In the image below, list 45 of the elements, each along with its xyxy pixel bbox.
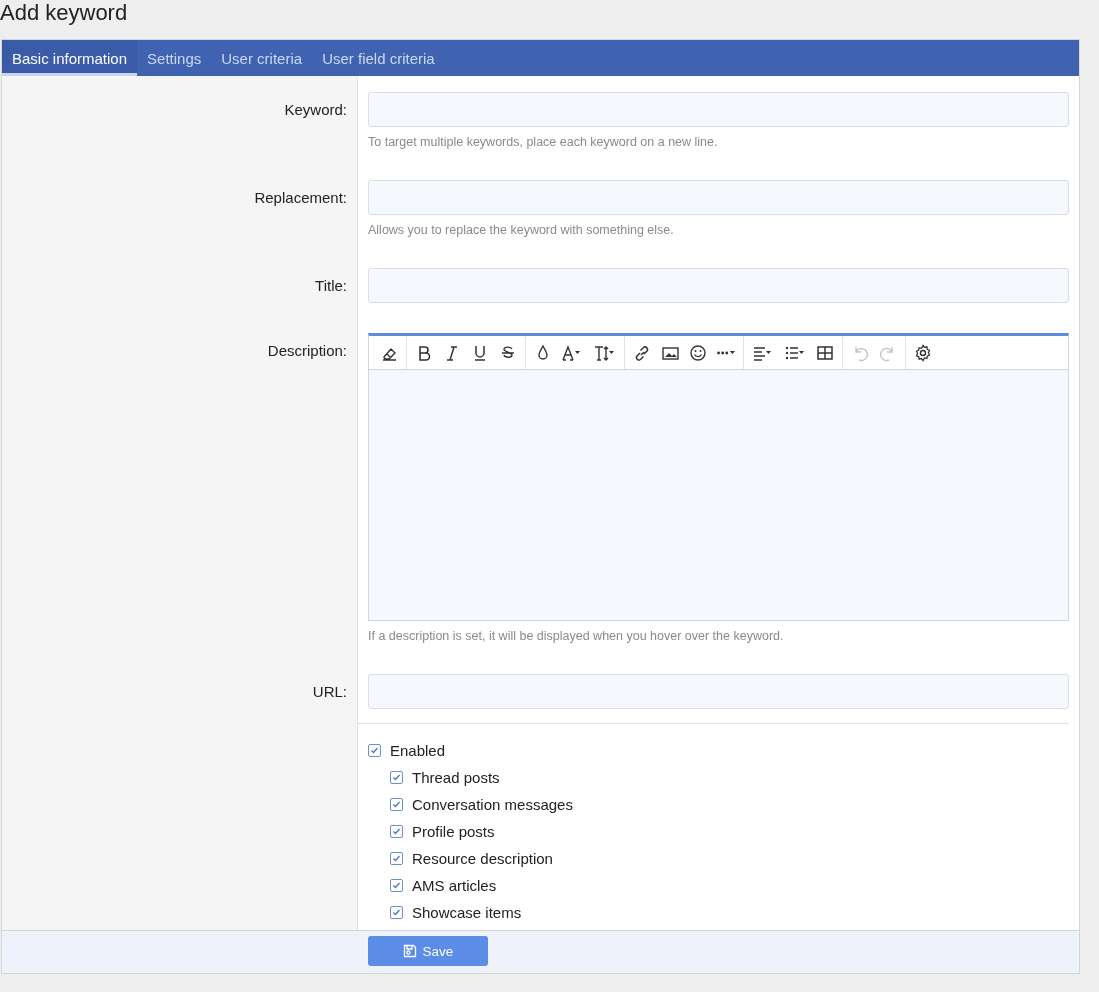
link-icon xyxy=(633,343,651,362)
tab[interactable]: Settings xyxy=(137,40,212,76)
checkmark-icon xyxy=(392,827,401,836)
smiley-icon xyxy=(689,343,707,362)
checkbox[interactable] xyxy=(390,852,403,865)
tab[interactable]: Basic information xyxy=(2,40,138,76)
checkmark-icon xyxy=(370,746,379,755)
text-field[interactable] xyxy=(368,180,1069,215)
field-label: Replacement: xyxy=(254,188,347,208)
hint-text: If a description is set, it will be displayed when you hover over the keyword. xyxy=(368,629,784,644)
save-button[interactable]: Save xyxy=(368,936,488,966)
checkbox-label: AMS articles xyxy=(412,877,497,894)
checkbox-label: Thread posts xyxy=(412,769,500,786)
checkmark-icon xyxy=(392,773,401,782)
table-icon xyxy=(816,343,834,362)
checkbox-label: Resource description xyxy=(412,850,553,867)
checkbox-label: Showcase items xyxy=(412,904,522,921)
field-label: Description: xyxy=(267,341,347,361)
checkmark-icon xyxy=(392,800,401,809)
checkbox[interactable] xyxy=(390,906,403,919)
field-label: Title: xyxy=(315,276,347,296)
checkbox[interactable] xyxy=(390,771,403,784)
hint-text: Allows you to replace the keyword with something else. xyxy=(368,223,674,238)
checkbox-label: Profile posts xyxy=(412,823,495,840)
text-field[interactable] xyxy=(368,674,1069,709)
checkbox-label: Conversation messages xyxy=(412,796,573,813)
hint-text: To target multiple keywords, place each keyword on a new line. xyxy=(368,135,718,150)
text-field[interactable] xyxy=(368,268,1069,303)
text-field[interactable] xyxy=(368,92,1069,127)
page-title: Add keyword xyxy=(0,0,128,25)
settings-icon xyxy=(914,343,932,362)
ellipsis-caret-icon xyxy=(717,350,735,355)
checkbox[interactable] xyxy=(390,798,403,811)
field-label: Keyword: xyxy=(284,100,347,120)
checkmark-icon xyxy=(392,908,401,917)
checkmark-icon xyxy=(392,854,401,863)
checkmark-icon xyxy=(392,881,401,890)
field-label: URL: xyxy=(312,682,347,702)
checkbox-label: Enabled xyxy=(390,742,446,759)
tab[interactable]: User criteria xyxy=(211,40,313,76)
tab[interactable]: User field criteria xyxy=(312,40,445,76)
text-size-caret-icon xyxy=(594,343,616,362)
checkbox[interactable] xyxy=(368,744,381,757)
checkbox[interactable] xyxy=(390,825,403,838)
checkbox[interactable] xyxy=(390,879,403,892)
